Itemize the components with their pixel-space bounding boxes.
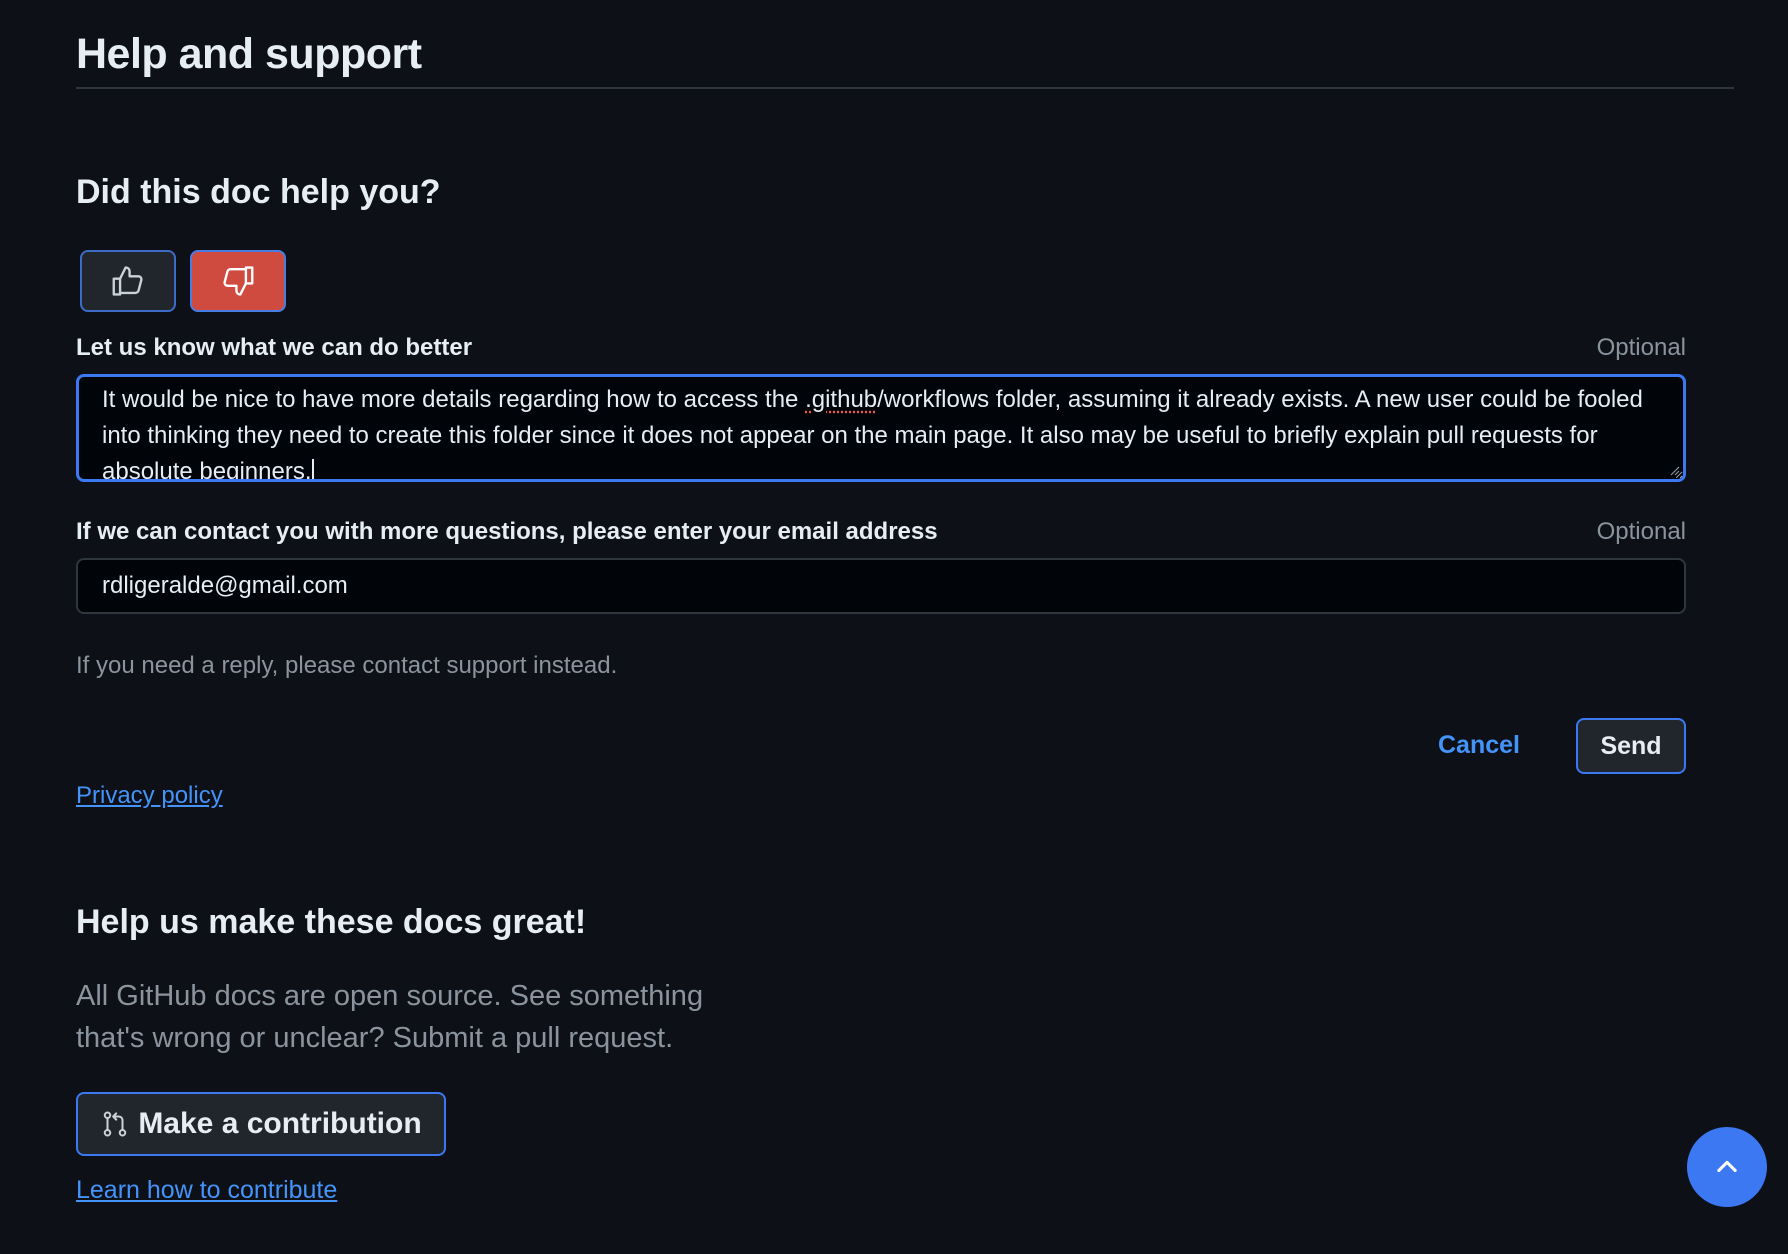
- contribute-title: Help us make these docs great!: [76, 903, 587, 941]
- scroll-to-top-button[interactable]: [1687, 1127, 1767, 1207]
- comment-optional-label: Optional: [1596, 334, 1686, 361]
- thumbs-down-button[interactable]: [190, 250, 286, 312]
- privacy-policy-link[interactable]: Privacy policy: [76, 782, 223, 810]
- text-caret: [312, 458, 315, 479]
- thumbs-down-icon: [223, 266, 254, 296]
- email-label: If we can contact you with more question…: [76, 518, 938, 545]
- cancel-button[interactable]: Cancel: [1438, 731, 1520, 760]
- comment-label: Let us know what we can do better: [76, 334, 473, 361]
- page-title: Help and support: [76, 30, 422, 78]
- reply-help-note: If you need a reply, please contact supp…: [76, 652, 618, 679]
- make-contribution-label: Make a contribution: [138, 1107, 422, 1140]
- learn-how-to-contribute-link[interactable]: Learn how to contribute: [76, 1176, 337, 1205]
- git-pull-request-icon: [104, 1111, 127, 1137]
- comment-text-part1: It would be nice to have more details re…: [102, 386, 806, 413]
- comment-text-misspelled: .github: [805, 386, 878, 413]
- send-button[interactable]: Send: [1576, 718, 1686, 774]
- email-field[interactable]: rdligeralde@gmail.com: [76, 558, 1686, 614]
- thumbs-up-button[interactable]: [80, 250, 176, 312]
- comment-textarea[interactable]: It would be nice to have more details re…: [76, 374, 1686, 482]
- email-optional-label: Optional: [1596, 518, 1686, 545]
- contribute-description: All GitHub docs are open source. See som…: [76, 980, 704, 1054]
- resize-handle-icon[interactable]: [1668, 464, 1680, 476]
- title-divider: [76, 87, 1734, 89]
- feedback-question: Did this doc help you?: [76, 173, 441, 211]
- thumbs-up-icon: [112, 266, 143, 296]
- chevron-up-icon: [1717, 1160, 1737, 1173]
- make-contribution-button[interactable]: Make a contribution: [76, 1092, 446, 1156]
